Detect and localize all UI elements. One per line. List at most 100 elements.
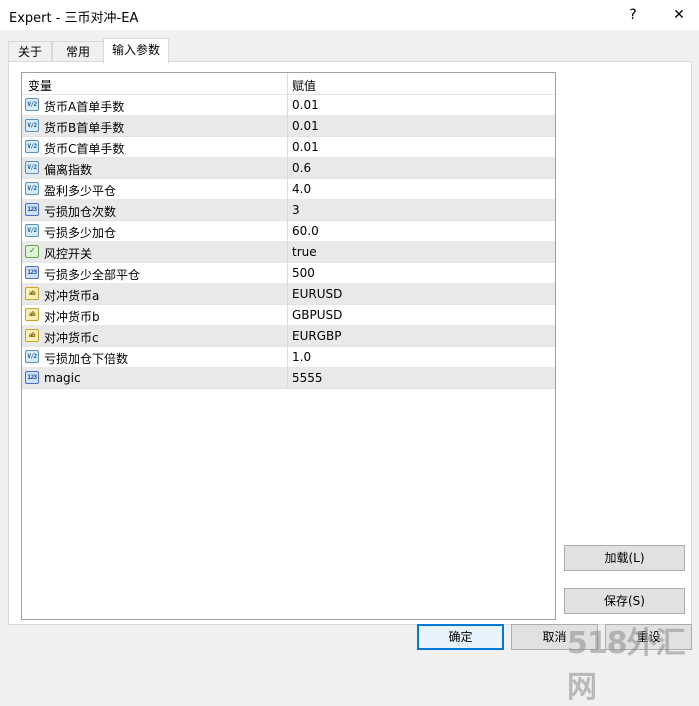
tab-panel-inputs: 变量 赋值 V/2 货币A首单手数 0.01 V/2 货币B首单手数 0.01 V/2 货币C…: [8, 61, 692, 625]
variable-value[interactable]: EURGBP: [292, 329, 341, 343]
variable-value[interactable]: true: [292, 245, 317, 259]
table-row[interactable]: 123 亏损加仓次数 3: [22, 199, 555, 221]
table-header: 变量 赋值: [22, 73, 555, 95]
variable-name: 亏损加仓下倍数: [44, 352, 129, 366]
variable-cell[interactable]: V/2 偏离指数: [22, 157, 288, 178]
table-row[interactable]: 123 magic 5555: [22, 367, 555, 389]
value-cell[interactable]: 5555: [288, 367, 555, 388]
double-type-icon: V/2: [25, 224, 39, 237]
variable-value[interactable]: GBPUSD: [292, 308, 342, 322]
variable-cell[interactable]: V/2 亏损多少加仓: [22, 220, 288, 241]
variable-name: 亏损多少加仓: [44, 226, 117, 240]
parameters-table: 变量 赋值 V/2 货币A首单手数 0.01 V/2 货币B首单手数 0.01 V/2 货币C…: [21, 72, 556, 620]
table-row[interactable]: ab 对冲货币b GBPUSD: [22, 304, 555, 326]
variable-name: 对冲货币b: [44, 310, 100, 324]
variable-cell[interactable]: V/2 盈利多少平仓: [22, 178, 288, 199]
double-type-icon: V/2: [25, 182, 39, 195]
ok-button[interactable]: 确定: [417, 624, 504, 650]
value-cell[interactable]: 0.01: [288, 136, 555, 157]
tab-common[interactable]: 常用: [52, 41, 104, 62]
column-header-value[interactable]: 赋值: [292, 77, 316, 94]
variable-name: 偏离指数: [44, 163, 93, 177]
variable-cell[interactable]: V/2 亏损加仓下倍数: [22, 346, 288, 367]
table-row[interactable]: V/2 盈利多少平仓 4.0: [22, 178, 555, 200]
close-icon[interactable]: ✕: [668, 4, 690, 26]
table-row[interactable]: V/2 偏离指数 0.6: [22, 157, 555, 179]
variable-cell[interactable]: 123 亏损多少全部平仓: [22, 262, 288, 283]
double-type-icon: V/2: [25, 161, 39, 174]
value-cell[interactable]: 0.6: [288, 157, 555, 178]
bool-type-icon: ✓: [25, 245, 39, 258]
variable-value[interactable]: 500: [292, 266, 315, 280]
variable-value[interactable]: 5555: [292, 371, 323, 385]
variable-value[interactable]: 0.01: [292, 140, 319, 154]
help-icon[interactable]: ?: [622, 4, 644, 26]
double-type-icon: V/2: [25, 350, 39, 363]
table-row[interactable]: V/2 亏损加仓下倍数 1.0: [22, 346, 555, 368]
variable-value[interactable]: EURUSD: [292, 287, 342, 301]
table-row[interactable]: V/2 亏损多少加仓 60.0: [22, 220, 555, 242]
value-cell[interactable]: 0.01: [288, 94, 555, 115]
variable-cell[interactable]: V/2 货币B首单手数: [22, 115, 288, 136]
variable-name: 盈利多少平仓: [44, 184, 117, 198]
variable-value[interactable]: 0.01: [292, 119, 319, 133]
value-cell[interactable]: EURGBP: [288, 325, 555, 346]
watermark-logo: 518外汇网: [567, 626, 686, 705]
variable-cell[interactable]: 123 magic: [22, 367, 288, 388]
integer-type-icon: 123: [25, 371, 39, 384]
value-cell[interactable]: true: [288, 241, 555, 262]
variable-value[interactable]: 1.0: [292, 350, 311, 364]
string-type-icon: ab: [25, 308, 39, 321]
variable-cell[interactable]: V/2 货币C首单手数: [22, 136, 288, 157]
variable-cell[interactable]: 123 亏损加仓次数: [22, 199, 288, 220]
value-cell[interactable]: 3: [288, 199, 555, 220]
header-cell-variable: 变量: [22, 73, 288, 94]
tab-about[interactable]: 关于: [8, 41, 52, 62]
variable-cell[interactable]: ab 对冲货币c: [22, 325, 288, 346]
value-cell[interactable]: EURUSD: [288, 283, 555, 304]
load-button[interactable]: 加载(L): [564, 545, 685, 571]
variable-value[interactable]: 0.01: [292, 98, 319, 112]
variable-name: 货币A首单手数: [44, 100, 125, 114]
variable-value[interactable]: 60.0: [292, 224, 319, 238]
value-cell[interactable]: 500: [288, 262, 555, 283]
variable-value[interactable]: 3: [292, 203, 300, 217]
table-row[interactable]: ✓ 风控开关 true: [22, 241, 555, 263]
table-row[interactable]: V/2 货币C首单手数 0.01: [22, 136, 555, 158]
integer-type-icon: 123: [25, 266, 39, 279]
string-type-icon: ab: [25, 329, 39, 342]
column-header-variable[interactable]: 变量: [28, 77, 52, 94]
table-row[interactable]: V/2 货币B首单手数 0.01: [22, 115, 555, 137]
table-row[interactable]: V/2 货币A首单手数 0.01: [22, 94, 555, 116]
variable-name: 亏损多少全部平仓: [44, 268, 141, 282]
tab-inputs[interactable]: 输入参数: [103, 38, 169, 63]
table-row[interactable]: ab 对冲货币c EURGBP: [22, 325, 555, 347]
variable-name: 货币B首单手数: [44, 121, 125, 135]
variable-cell[interactable]: ab 对冲货币b: [22, 304, 288, 325]
value-cell[interactable]: 4.0: [288, 178, 555, 199]
variable-cell[interactable]: ab 对冲货币a: [22, 283, 288, 304]
string-type-icon: ab: [25, 287, 39, 300]
variable-value[interactable]: 4.0: [292, 182, 311, 196]
variable-cell[interactable]: ✓ 风控开关: [22, 241, 288, 262]
variable-name: 对冲货币c: [44, 331, 99, 345]
value-cell[interactable]: GBPUSD: [288, 304, 555, 325]
window-title: Expert - 三币对冲-EA: [9, 11, 139, 26]
variable-name: 货币C首单手数: [44, 142, 125, 156]
header-cell-value: 赋值: [288, 73, 555, 94]
table-row[interactable]: ab 对冲货币a EURUSD: [22, 283, 555, 305]
save-button[interactable]: 保存(S): [564, 588, 685, 614]
double-type-icon: V/2: [25, 140, 39, 153]
variable-name: 风控开关: [44, 247, 93, 261]
value-cell[interactable]: 1.0: [288, 346, 555, 367]
variable-name: 亏损加仓次数: [44, 205, 117, 219]
value-cell[interactable]: 60.0: [288, 220, 555, 241]
variable-value[interactable]: 0.6: [292, 161, 311, 175]
table-row[interactable]: 123 亏损多少全部平仓 500: [22, 262, 555, 284]
variable-name: 对冲货币a: [44, 289, 100, 303]
variable-name: magic: [44, 371, 81, 385]
double-type-icon: V/2: [25, 119, 39, 132]
variable-cell[interactable]: V/2 货币A首单手数: [22, 94, 288, 115]
title-bar: Expert - 三币对冲-EA ? ✕: [0, 0, 699, 30]
value-cell[interactable]: 0.01: [288, 115, 555, 136]
